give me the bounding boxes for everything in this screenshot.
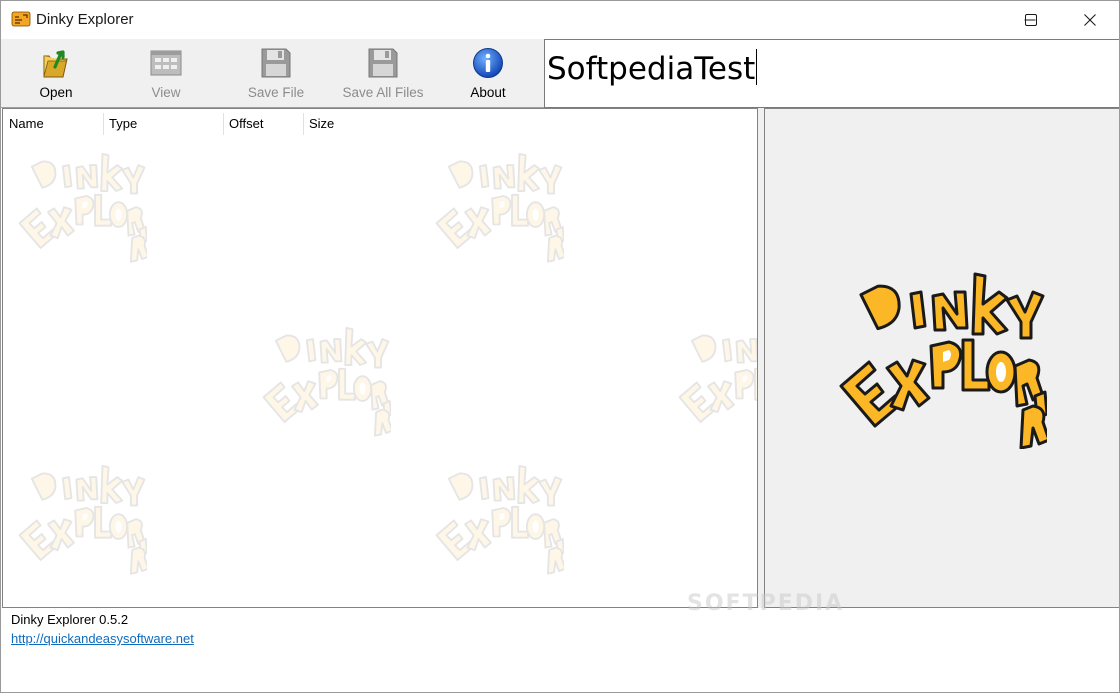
about-label: About [470,85,506,100]
info-icon [473,48,503,78]
file-list[interactable]: Name Type Offset Size [2,108,758,608]
version-label: Dinky Explorer 0.5.2 [11,612,129,627]
dinky-logo-watermark [18,464,147,575]
app-window: Dinky Explorer Open View Save File Save … [0,0,1120,693]
status-footer: Dinky Explorer 0.5.2 http://quickandeasy… [1,608,1119,692]
floppy-disk-icon [368,48,398,78]
dinky-logo-watermark [435,153,564,263]
floppy-disk-icon [261,48,291,78]
dinky-logo-watermark [262,326,391,437]
window-title: Dinky Explorer [36,11,134,28]
dinky-logo-watermark [435,464,564,575]
softpedia-watermark: SOFTPEDIA [687,591,845,616]
search-input-value: SoftpediaTest [547,49,758,87]
search-input[interactable]: SoftpediaTest [544,39,1119,108]
website-link[interactable]: http://quickandeasysoftware.net [11,631,194,646]
dinky-explorer-logo [839,272,1047,449]
dinky-app-icon [11,11,31,27]
view-button[interactable]: View [131,39,201,107]
save-file-button[interactable]: Save File [236,39,316,107]
column-header-type[interactable]: Type [103,109,223,137]
about-button[interactable]: About [453,39,523,107]
column-header-name[interactable]: Name [3,109,103,137]
close-button[interactable] [1061,1,1119,39]
view-label: View [151,85,181,100]
close-icon [1084,14,1096,26]
title-bar: Dinky Explorer [1,1,1119,39]
dinky-logo-watermark [18,153,147,263]
open-label: Open [39,85,73,100]
folder-open-icon [43,50,68,78]
dinky-logo-watermark [678,326,757,437]
text-caret [756,49,758,85]
column-header-size[interactable]: Size [303,109,403,137]
open-button[interactable]: Open [21,39,91,107]
maximize-icon [1025,14,1037,26]
save-file-label: Save File [247,85,305,100]
column-header-offset[interactable]: Offset [223,109,303,137]
list-header: Name Type Offset Size [3,109,757,137]
save-all-files-button[interactable]: Save All Files [336,39,430,107]
preview-panel [764,108,1119,608]
save-all-files-label: Save All Files [342,85,424,100]
toolbar: Open View Save File Save All Files About [1,39,545,107]
maximize-button[interactable] [1002,1,1060,39]
view-grid-icon [150,50,182,76]
